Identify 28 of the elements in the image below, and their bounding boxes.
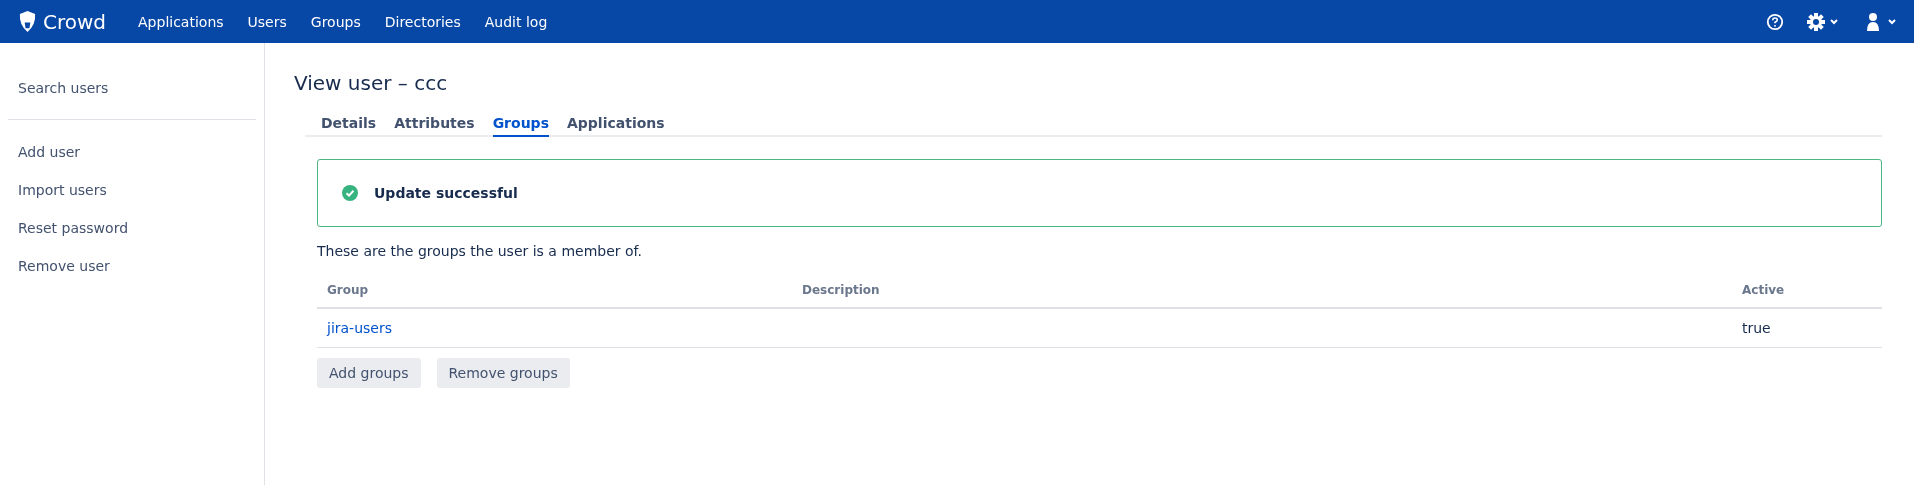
message-text: Update successful bbox=[374, 185, 518, 201]
nav-link[interactable]: Users bbox=[235, 13, 299, 30]
intro-text: These are the groups the user is a member of. bbox=[317, 243, 643, 259]
nav-link[interactable]: Applications bbox=[126, 13, 236, 30]
shield-icon bbox=[18, 11, 37, 32]
tab[interactable]: Groups bbox=[492, 111, 549, 137]
sidebar-item[interactable]: Search users bbox=[0, 69, 264, 107]
sidebar-item[interactable]: Remove user bbox=[0, 247, 264, 285]
nav-link[interactable]: Directories bbox=[372, 13, 473, 30]
page-title: View user – ccc bbox=[294, 71, 449, 95]
table-cell: true bbox=[1742, 320, 1771, 336]
column-header: Description bbox=[792, 273, 1732, 308]
help-icon[interactable] bbox=[1766, 12, 1784, 31]
sidebar-item[interactable]: Import users bbox=[0, 171, 264, 209]
crowd-logo[interactable]: Crowd bbox=[18, 9, 107, 34]
nav-link[interactable]: Audit log bbox=[472, 13, 560, 30]
tab[interactable]: Attributes bbox=[394, 111, 475, 137]
column-header: Group bbox=[317, 273, 792, 308]
nav-link[interactable]: Groups bbox=[298, 13, 373, 30]
sidebar-item[interactable]: Reset password bbox=[0, 209, 264, 247]
action-button[interactable]: Add groups bbox=[317, 358, 421, 388]
check-icon bbox=[342, 185, 358, 201]
tab[interactable]: Applications bbox=[566, 111, 665, 137]
action-button[interactable]: Remove groups bbox=[436, 358, 570, 388]
column-header: Active bbox=[1732, 273, 1882, 308]
group-link[interactable]: jira-users bbox=[327, 320, 392, 336]
tab[interactable]: Details bbox=[321, 111, 377, 137]
sidebar-item[interactable]: Add user bbox=[0, 133, 264, 171]
